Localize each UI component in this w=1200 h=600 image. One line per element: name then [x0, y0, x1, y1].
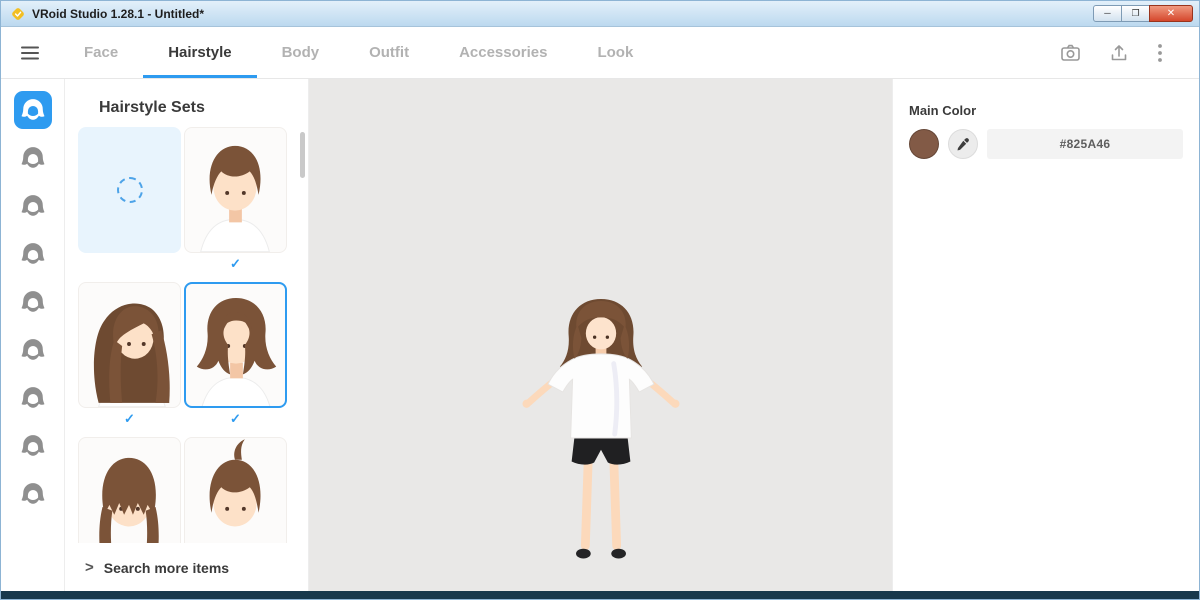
- extensions-icon: [20, 289, 46, 315]
- hair-category-rail: [1, 79, 65, 591]
- close-button[interactable]: ✕: [1149, 5, 1193, 22]
- titlebar: VRoid Studio 1.28.1 - Untitled* ─ ❐ ✕: [1, 1, 1199, 27]
- tab-hairstyle[interactable]: Hairstyle: [143, 27, 256, 78]
- hairstyle-sets-panel: Hairstyle Sets ✓: [65, 79, 309, 591]
- tied-hair-icon: [20, 433, 46, 459]
- hairstyle-item-short-tuft-wrap: ✓: [184, 437, 287, 543]
- scrollbar-thumb[interactable]: [300, 132, 305, 178]
- chevron-right-icon: >: [85, 559, 94, 576]
- rail-item-hairstyle-sets[interactable]: [14, 91, 52, 129]
- rail-item-ahoge[interactable]: [14, 331, 52, 369]
- hairstyle-medium-wavy-preview: [186, 284, 287, 408]
- menu-button[interactable]: [1, 27, 59, 78]
- camera-icon: [1060, 43, 1081, 63]
- minimize-button[interactable]: ─: [1093, 5, 1122, 22]
- panel-scrollbar[interactable]: [300, 129, 305, 545]
- tab-outfit[interactable]: Outfit: [344, 27, 434, 78]
- character-model: [483, 293, 718, 587]
- main-toolbar: Face Hairstyle Body Outfit Accessories L…: [1, 27, 1199, 79]
- hairstyle-short-preview: [185, 128, 286, 252]
- search-more-items-button[interactable]: > Search more items: [65, 544, 307, 591]
- applied-check-icon: ✓: [230, 411, 241, 431]
- hairstyle-short-shaggy-preview: [79, 438, 180, 543]
- window-title: VRoid Studio 1.28.1 - Untitled*: [32, 7, 204, 21]
- rail-item-bangs[interactable]: [14, 139, 52, 177]
- vroid-logo-icon: [11, 7, 25, 21]
- side-hair-icon: [20, 193, 46, 219]
- main-color-label: Main Color: [909, 103, 1183, 118]
- hairstyle-item-short[interactable]: [184, 127, 287, 253]
- export-icon: [1109, 43, 1129, 63]
- content-area: Hairstyle Sets ✓: [1, 79, 1199, 591]
- hairstyle-item-medium-wavy-wrap: ✓: [184, 282, 287, 431]
- hairstyle-grid: ✓ ✓: [65, 127, 308, 543]
- more-options-button[interactable]: [1157, 43, 1163, 63]
- bangs-icon: [20, 145, 46, 171]
- hex-color-field[interactable]: #825A46: [987, 129, 1183, 159]
- hairstyle-item-long-straight[interactable]: [78, 282, 181, 408]
- applied-check-icon: ✓: [230, 256, 241, 276]
- tab-accessories[interactable]: Accessories: [434, 27, 572, 78]
- rail-item-extensions[interactable]: [14, 283, 52, 321]
- tab-look[interactable]: Look: [572, 27, 658, 78]
- hairstyle-item-long-straight-wrap: ✓: [78, 282, 181, 431]
- back-hair-icon: [20, 241, 46, 267]
- rail-item-braids[interactable]: [14, 379, 52, 417]
- main-color-swatch[interactable]: [909, 129, 939, 159]
- braids-icon: [20, 385, 46, 411]
- ahoge-icon: [20, 337, 46, 363]
- export-button[interactable]: [1109, 43, 1129, 63]
- hamburger-icon: [20, 45, 40, 61]
- rail-item-back-hair[interactable]: [14, 235, 52, 273]
- main-tabs: Face Hairstyle Body Outfit Accessories L…: [59, 27, 658, 78]
- applied-check-icon: ✓: [124, 411, 135, 431]
- hairstyle-short-tuft-preview: [185, 438, 286, 543]
- base-hair-icon: [20, 481, 46, 507]
- hairstyle-item-short-shaggy[interactable]: [78, 437, 181, 543]
- hairstyle-long-straight-preview: [79, 283, 180, 407]
- panel-title: Hairstyle Sets: [65, 79, 308, 127]
- hairstyle-item-medium-wavy[interactable]: [184, 282, 287, 408]
- kebab-menu-icon: [1157, 43, 1163, 63]
- main-color-row: #825A46: [909, 129, 1183, 159]
- tab-face[interactable]: Face: [59, 27, 143, 78]
- search-more-label: Search more items: [104, 560, 229, 576]
- rail-item-base-hair[interactable]: [14, 475, 52, 513]
- eyedropper-button[interactable]: [948, 129, 978, 159]
- none-placeholder-icon: [117, 177, 143, 203]
- bottom-bar: [1, 591, 1199, 599]
- camera-button[interactable]: [1060, 43, 1081, 63]
- maximize-button[interactable]: ❐: [1121, 5, 1150, 22]
- hairstyle-item-none-wrap: ✓: [78, 127, 181, 276]
- rail-item-side-hair[interactable]: [14, 187, 52, 225]
- rail-item-tied-hair[interactable]: [14, 427, 52, 465]
- hairstyle-item-short-wrap: ✓: [184, 127, 287, 276]
- tab-body[interactable]: Body: [257, 27, 345, 78]
- toolbar-right: [1060, 27, 1199, 78]
- eyedropper-icon: [956, 137, 970, 151]
- window-controls: ─ ❐ ✕: [1094, 5, 1193, 22]
- 3d-viewport[interactable]: [309, 79, 892, 591]
- hairstyle-item-short-tuft[interactable]: [184, 437, 287, 543]
- hairstyle-sets-icon: [20, 97, 46, 123]
- hairstyle-item-short-shaggy-wrap: ✓: [78, 437, 181, 543]
- hairstyle-item-none[interactable]: [78, 127, 181, 253]
- vroid-studio-window: VRoid Studio 1.28.1 - Untitled* ─ ❐ ✕ Fa…: [0, 0, 1200, 600]
- color-panel: Main Color #825A46: [892, 79, 1199, 591]
